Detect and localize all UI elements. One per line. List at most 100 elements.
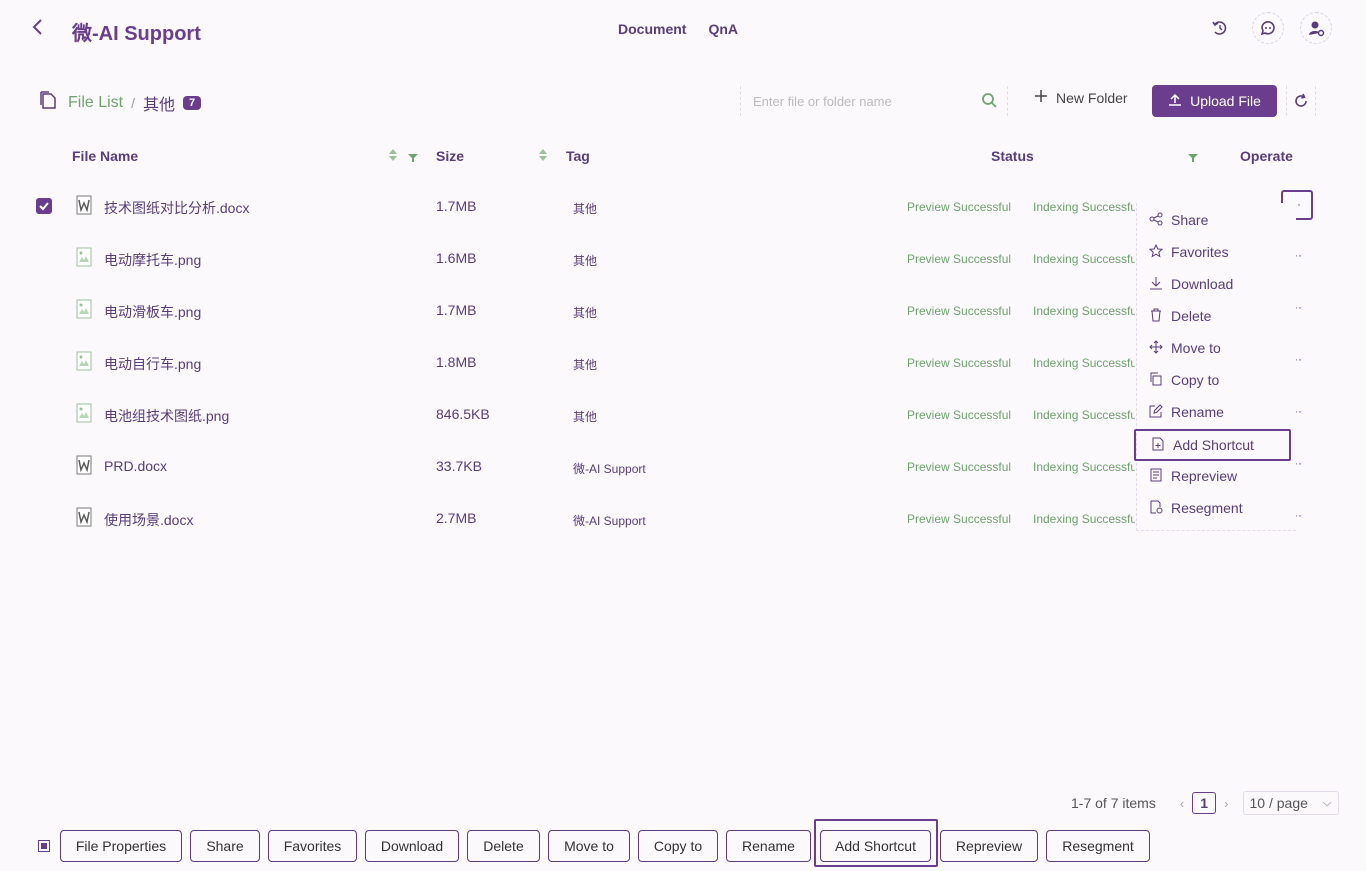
next-page-icon[interactable]: ›: [1224, 796, 1228, 811]
file-size: 2.7MB: [436, 510, 477, 526]
upload-file-button[interactable]: Upload File: [1152, 85, 1277, 117]
bulk-rename-button[interactable]: Rename: [726, 830, 811, 862]
indexing-status: Indexing Successful: [1033, 512, 1135, 526]
menu-item-favorites[interactable]: Favorites: [1148, 240, 1229, 264]
indexing-status: Indexing Successful: [1033, 252, 1135, 266]
preview-status: Preview Successful: [907, 408, 1012, 422]
upload-icon: [1168, 93, 1182, 110]
app-title: 微-AI Support: [72, 23, 201, 45]
preview-status: Preview Successful: [907, 200, 1012, 214]
trash-icon: [1149, 308, 1163, 325]
preview-status: Preview Successful: [907, 460, 1012, 474]
file-name[interactable]: PRD.docx: [104, 458, 167, 474]
chevron-down-icon: [1322, 795, 1332, 811]
indexing-status: Indexing Successful: [1033, 200, 1135, 214]
file-size: 33.7KB: [436, 458, 482, 474]
download-icon: [1149, 276, 1163, 293]
preview-status: Preview Successful: [907, 304, 1012, 318]
shortcut-file-icon: [1151, 437, 1165, 454]
file-name[interactable]: 技术图纸对比分析.docx: [104, 198, 249, 218]
file-name[interactable]: 电动滑板车.png: [104, 302, 201, 322]
menu-item-repreview[interactable]: Repreview: [1149, 464, 1237, 488]
menu-item-move-to[interactable]: Move to: [1149, 336, 1221, 360]
sort-icon[interactable]: [388, 148, 398, 165]
breadcrumb: File List / 其他 7: [38, 89, 202, 116]
breadcrumb-separator: /: [131, 94, 136, 111]
menu-label: Add Shortcut: [1173, 437, 1254, 453]
image-file-icon: [76, 299, 92, 322]
table-header: File Name Size Tag Status Operate: [0, 140, 1366, 172]
menu-label: Move to: [1171, 340, 1221, 356]
column-size[interactable]: Size: [436, 148, 464, 164]
upload-file-label: Upload File: [1190, 93, 1261, 109]
bulk-download-button[interactable]: Download: [365, 830, 459, 862]
move-icon: [1149, 339, 1163, 357]
file-name[interactable]: 电池组技术图纸.png: [104, 406, 229, 426]
new-folder-button[interactable]: New Folder: [1034, 89, 1128, 106]
search-icon[interactable]: [981, 92, 997, 113]
file-name[interactable]: 电动摩托车.png: [104, 250, 201, 270]
file-size: 1.7MB: [436, 198, 477, 214]
chat-icon[interactable]: [1252, 12, 1284, 44]
prev-page-icon[interactable]: ‹: [1180, 796, 1184, 811]
menu-item-rename[interactable]: Rename: [1149, 400, 1224, 424]
bulk-resegment-button[interactable]: Resegment: [1046, 830, 1150, 862]
file-count-badge: 7: [183, 95, 202, 110]
page-size-select[interactable]: 10 / page: [1242, 791, 1339, 815]
word-file-icon: [76, 455, 92, 478]
column-status: Status: [991, 148, 1034, 164]
menu-label: Delete: [1171, 308, 1212, 324]
top-icons: [1204, 12, 1332, 44]
menu-item-add-shortcut[interactable]: Add Shortcut: [1134, 429, 1291, 461]
page-number[interactable]: 1: [1192, 792, 1217, 814]
star-icon: [1148, 243, 1164, 261]
file-name[interactable]: 电动自行车.png: [104, 354, 201, 374]
indexing-status: Indexing Successful: [1033, 356, 1135, 370]
image-file-icon: [76, 247, 92, 270]
file-tag: 其他: [573, 202, 598, 216]
menu-item-delete[interactable]: Delete: [1149, 304, 1211, 328]
bulk-favorites-button[interactable]: Favorites: [268, 830, 357, 862]
bulk-share-button[interactable]: Share: [190, 830, 260, 862]
user-settings-icon[interactable]: [1300, 12, 1332, 44]
filter-icon[interactable]: [407, 150, 419, 166]
resegment-icon: [1149, 500, 1163, 517]
search-input[interactable]: [753, 93, 978, 109]
menu-item-resegment[interactable]: Resegment: [1149, 496, 1243, 520]
copy-icon: [1149, 372, 1163, 389]
context-menu: Share Favorites Download Delete Move to …: [1134, 203, 1296, 531]
back-arrow-icon[interactable]: [30, 17, 50, 41]
select-all-checkbox[interactable]: [38, 840, 50, 852]
bulk-add-shortcut-button[interactable]: Add Shortcut: [820, 830, 931, 862]
bulk-copy-to-button[interactable]: Copy to: [638, 830, 718, 862]
history-icon[interactable]: [1204, 12, 1236, 44]
top-nav: Document QnA: [618, 21, 738, 37]
file-tag: 微-AI Support: [573, 514, 646, 528]
preview-status: Preview Successful: [907, 512, 1012, 526]
column-file-name[interactable]: File Name: [72, 148, 138, 164]
bulk-delete-button[interactable]: Delete: [467, 830, 540, 862]
menu-label: Favorites: [1171, 244, 1229, 260]
bulk-file-properties-button[interactable]: File Properties: [60, 830, 182, 862]
row-checkbox[interactable]: [36, 198, 52, 214]
indexing-status: Indexing Successful: [1033, 304, 1135, 318]
menu-item-download[interactable]: Download: [1149, 272, 1233, 296]
page-size-value: 10 / page: [1249, 795, 1308, 811]
plus-icon: [1034, 89, 1048, 106]
file-tag: 其他: [573, 358, 598, 372]
menu-item-copy-to[interactable]: Copy to: [1149, 368, 1219, 392]
filter-icon[interactable]: [1187, 150, 1199, 166]
menu-label: Download: [1171, 276, 1234, 292]
nav-document[interactable]: Document: [618, 21, 686, 37]
menu-item-share[interactable]: Share: [1149, 208, 1208, 232]
breadcrumb-root[interactable]: File List: [68, 94, 123, 112]
word-file-icon: [76, 507, 92, 530]
nav-qna[interactable]: QnA: [708, 21, 738, 37]
bulk-move-to-button[interactable]: Move to: [548, 830, 630, 862]
file-name[interactable]: 使用场景.docx: [104, 510, 193, 530]
preview-status: Preview Successful: [907, 356, 1012, 370]
refresh-icon[interactable]: [1286, 86, 1316, 116]
bulk-repreview-button[interactable]: Repreview: [940, 830, 1038, 862]
sort-icon[interactable]: [538, 148, 548, 165]
menu-label: Repreview: [1171, 468, 1238, 484]
